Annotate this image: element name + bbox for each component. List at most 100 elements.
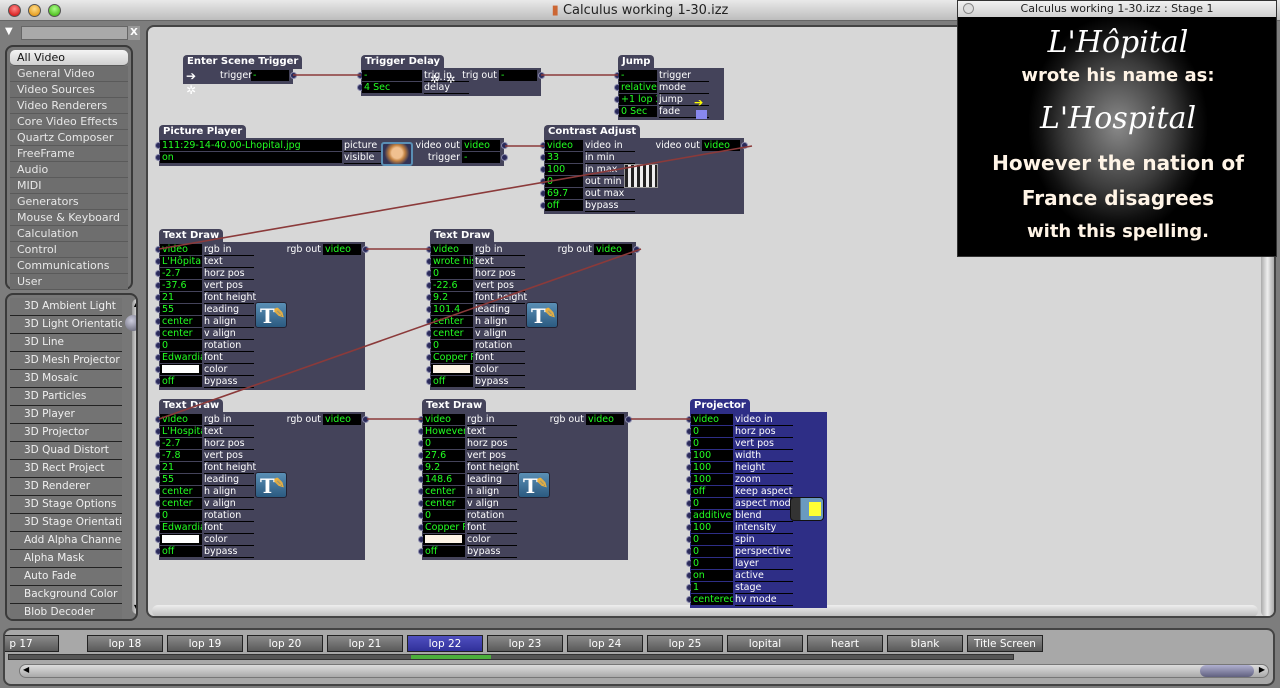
input-value-bypass[interactable]: off	[160, 546, 202, 557]
output-port[interactable]	[741, 142, 748, 149]
output-port[interactable]	[290, 72, 297, 79]
scroll-left-icon[interactable]: ◀	[23, 665, 29, 674]
input-value-keep-aspect[interactable]: off	[691, 486, 733, 497]
input-value-spin[interactable]: 0	[691, 534, 733, 545]
category-item[interactable]: Video Sources	[10, 82, 128, 98]
category-item[interactable]: Core Video Effects	[10, 114, 128, 130]
disclosure-triangle-icon[interactable]: ▼	[5, 26, 13, 37]
input-value-stage[interactable]: 1	[691, 582, 733, 593]
color-swatch[interactable]	[425, 535, 462, 543]
output-port[interactable]	[538, 72, 545, 79]
scene-list-scrollbar[interactable]: ◀ ▶	[19, 664, 1269, 678]
input-value-leading[interactable]: 55	[160, 304, 202, 315]
color-swatch[interactable]	[433, 365, 470, 373]
scene-tab[interactable]: lop 21	[327, 635, 403, 652]
output-port[interactable]	[633, 246, 640, 253]
input-value-color[interactable]	[431, 364, 473, 375]
input-value-visible[interactable]: on	[160, 152, 342, 163]
input-value-text[interactable]: L'Hospital	[160, 426, 202, 437]
input-value-horz-pos[interactable]: -2.7	[160, 438, 202, 449]
actor-list-scrollbar[interactable]: ▲ ▼	[132, 299, 136, 614]
stage-close-button[interactable]	[963, 3, 974, 14]
category-item[interactable]: Quartz Composer	[10, 130, 128, 146]
input-value-rotation[interactable]: 0	[160, 510, 202, 521]
scene-tab[interactable]: lop 19	[167, 635, 243, 652]
scene-tab[interactable]: Title Screen	[967, 635, 1043, 652]
input-value-rgb-in[interactable]: video	[160, 414, 202, 425]
actor-list-item[interactable]: 3D Stage Orientation	[10, 514, 122, 532]
actor-list-scroll-thumb[interactable]	[125, 315, 136, 331]
actor-title[interactable]: Picture Player	[159, 125, 247, 139]
input-value-vert-pos[interactable]: -37.6	[160, 280, 202, 291]
input-value-zoom[interactable]: 100	[691, 474, 733, 485]
output-value[interactable]: -	[499, 70, 537, 81]
input-value-blend[interactable]: additive	[691, 510, 733, 521]
actor-list-item[interactable]: 3D Rect Project	[10, 460, 122, 478]
input-value-v-align[interactable]: center	[160, 498, 202, 509]
scene-tab[interactable]: lopital	[727, 635, 803, 652]
input-value-bypass[interactable]: off	[545, 200, 583, 211]
input-value-rgb-in[interactable]: video	[431, 244, 473, 255]
actor-list-item[interactable]: 3D Light Orientation	[10, 316, 122, 334]
actor-title[interactable]: Text Draw	[159, 229, 224, 243]
input-value-trig-in[interactable]: -	[362, 70, 422, 81]
input-value-font[interactable]: Copper P	[431, 352, 473, 363]
output-port[interactable]	[625, 416, 632, 423]
input-value-v-align[interactable]: center	[423, 498, 465, 509]
category-item[interactable]: Communications	[10, 258, 128, 274]
actor-list-item[interactable]: 3D Line	[10, 334, 122, 352]
input-value-video-in[interactable]: video	[545, 140, 583, 151]
zoom-window-button[interactable]	[48, 4, 61, 17]
actor-title[interactable]: Text Draw	[422, 399, 487, 413]
category-item[interactable]: Mouse & Keyboard	[10, 210, 128, 226]
actor-title[interactable]: Enter Scene Trigger	[183, 55, 303, 69]
input-value-intensity[interactable]: 100	[691, 522, 733, 533]
category-item[interactable]: Video Renderers	[10, 98, 128, 114]
input-value-trigger[interactable]: -	[619, 70, 657, 81]
output-port[interactable]	[362, 416, 369, 423]
input-value-delay[interactable]: 4 Sec	[362, 82, 422, 93]
input-value-bypass[interactable]: off	[431, 376, 473, 387]
input-value-h-align[interactable]: center	[160, 486, 202, 497]
input-value-font[interactable]: Edwardian	[160, 352, 202, 363]
input-value-rotation[interactable]: 0	[160, 340, 202, 351]
scroll-up-icon[interactable]: ▲	[132, 299, 136, 308]
output-value[interactable]: -	[251, 70, 289, 81]
input-value-font-height[interactable]: 21	[160, 462, 202, 473]
actor-list-item[interactable]: Auto Fade	[10, 568, 122, 586]
actor-title[interactable]: Trigger Delay	[361, 55, 445, 69]
input-value-font[interactable]: Copper P	[423, 522, 465, 533]
input-value-text[interactable]: wrote his	[431, 256, 473, 267]
actor-list-item[interactable]: Blob Decoder	[10, 604, 122, 619]
actor-list-item[interactable]: Add Alpha Channel	[10, 532, 122, 550]
output-value[interactable]: -	[462, 152, 500, 163]
scene-tab[interactable]: heart	[807, 635, 883, 652]
input-value-rgb-in[interactable]: video	[423, 414, 465, 425]
input-value-text[interactable]: L'Hôpital	[160, 256, 202, 267]
input-value-jump[interactable]: +1 lop 2	[619, 94, 657, 105]
output-port[interactable]	[362, 246, 369, 253]
output-port[interactable]	[501, 142, 508, 149]
input-value-leading[interactable]: 148.6	[423, 474, 465, 485]
input-value-h-align[interactable]: center	[423, 486, 465, 497]
actor-title[interactable]: Jump	[618, 55, 655, 69]
scene-tab[interactable]: lop 20	[247, 635, 323, 652]
input-value-v-align[interactable]: center	[160, 328, 202, 339]
scene-tab[interactable]: lop 23	[487, 635, 563, 652]
category-item[interactable]: Control	[10, 242, 128, 258]
input-value-vert-pos[interactable]: -22.6	[431, 280, 473, 291]
actor-list-item[interactable]: 3D Projector	[10, 424, 122, 442]
input-value-leading[interactable]: 55	[160, 474, 202, 485]
color-swatch[interactable]	[162, 365, 199, 373]
actor-list-item[interactable]: 3D Player	[10, 406, 122, 424]
input-value-vert-pos[interactable]: 27.6	[423, 450, 465, 461]
input-value-v-align[interactable]: center	[431, 328, 473, 339]
scene-tab[interactable]: lop 25	[647, 635, 723, 652]
input-value-horz-pos[interactable]: -2.7	[160, 268, 202, 279]
input-value-picture[interactable]: 111:29-14-40.00-Lhopital.jpg	[160, 140, 342, 151]
close-window-button[interactable]	[8, 4, 21, 17]
actor-list-item[interactable]: Background Color	[10, 586, 122, 604]
input-value-vert-pos[interactable]: 0	[691, 438, 733, 449]
color-swatch[interactable]	[162, 535, 199, 543]
output-value[interactable]: video	[323, 414, 361, 425]
